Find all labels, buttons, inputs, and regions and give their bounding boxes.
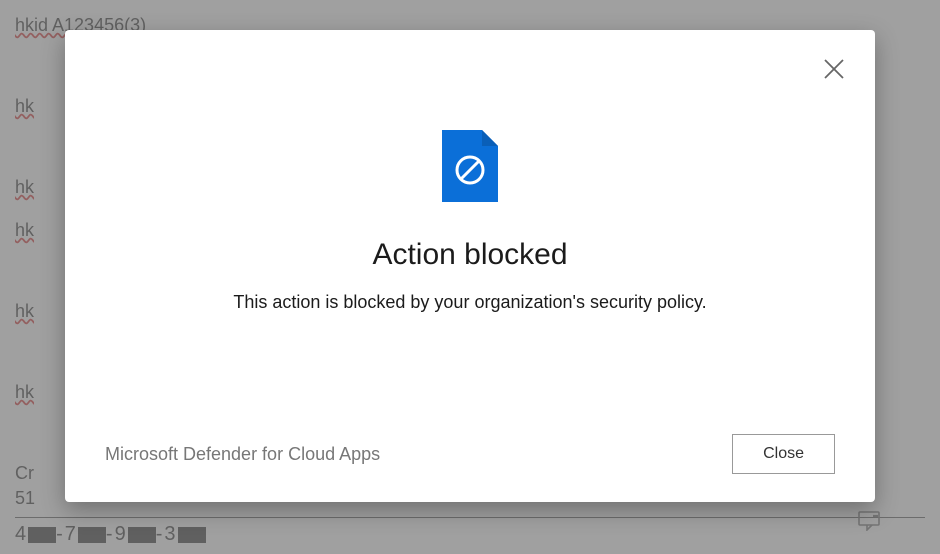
modal-overlay: Action blocked This action is blocked by…	[0, 0, 940, 554]
modal-footer: Microsoft Defender for Cloud Apps Close	[65, 414, 875, 502]
brand-label: Microsoft Defender for Cloud Apps	[105, 444, 380, 465]
close-icon[interactable]	[823, 58, 845, 85]
action-blocked-dialog: Action blocked This action is blocked by…	[65, 30, 875, 502]
blocked-document-icon	[442, 130, 498, 202]
dialog-title: Action blocked	[372, 238, 567, 272]
modal-body: Action blocked This action is blocked by…	[65, 30, 875, 414]
close-button[interactable]: Close	[732, 434, 835, 474]
dialog-message: This action is blocked by your organizat…	[233, 292, 706, 313]
